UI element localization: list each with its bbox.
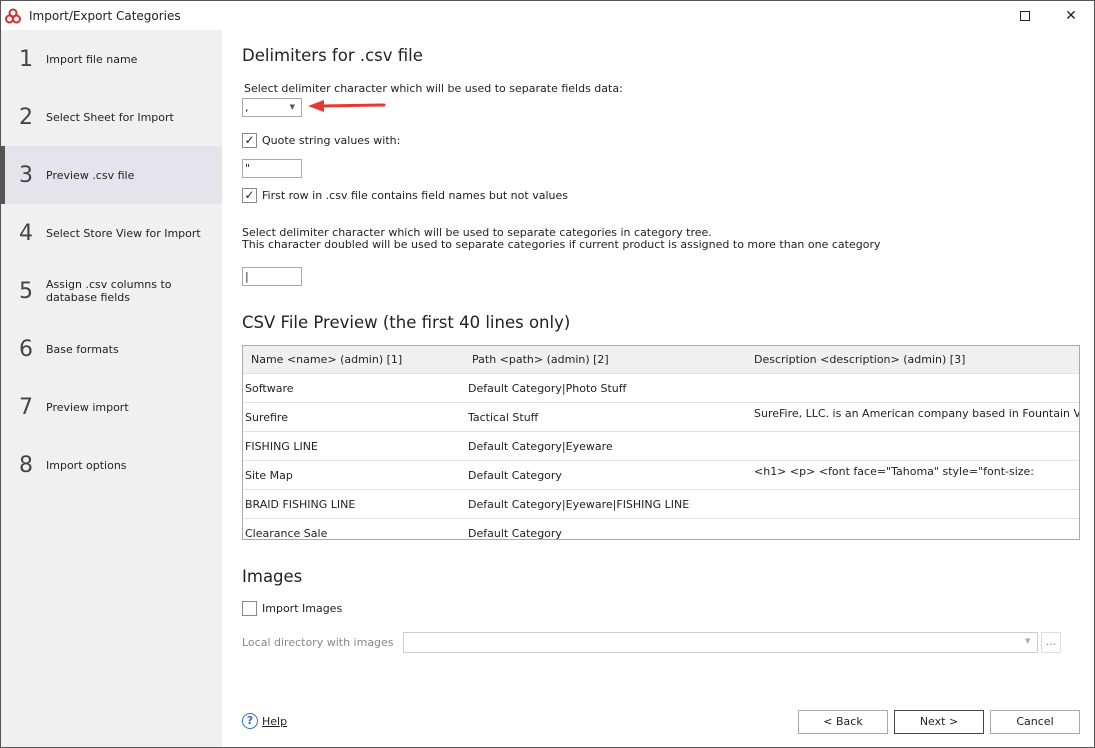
images-heading: Images (242, 567, 303, 586)
quote-char-input[interactable]: " (242, 159, 302, 178)
step-number: 6 (19, 336, 33, 362)
sidebar-step-7[interactable]: 7 Preview import (1, 378, 222, 436)
table-row[interactable]: Surefire Tactical Stuff SureFire, LLC. is … (243, 402, 1079, 431)
table-cell: Software (245, 381, 294, 395)
field-delimiter-dropdown[interactable]: , ▼ (242, 98, 302, 117)
table-row[interactable]: Site Map Default Category <h1> <p> <font f… (243, 460, 1079, 489)
back-button[interactable]: < Back (798, 710, 888, 734)
table-cell: Default Category|Eyeware|FISHING LINE (468, 497, 690, 511)
table-cell: SureFire, LLC. is an American company ba… (754, 407, 1079, 420)
field-delimiter-value: , (245, 101, 249, 114)
table-cell: Default Category|Photo Stuff (468, 381, 627, 395)
table-row[interactable]: FISHING LINE Default Category|Eyeware (243, 431, 1079, 460)
import-images-checkbox[interactable] (242, 601, 257, 616)
main-panel: Delimiters for .csv file Select delimite… (242, 1, 1094, 747)
table-row[interactable]: Clearance Sale Default Category (243, 518, 1079, 540)
help-icon: ? (242, 713, 258, 729)
table-cell: Default Category|Eyeware (468, 439, 613, 453)
sidebar-step-1[interactable]: 1 Import file name (1, 30, 222, 88)
table-cell (754, 432, 1079, 436)
first-row-checkbox[interactable]: ✓ (242, 188, 257, 203)
step-label: Select Store View for Import (46, 226, 201, 240)
table-cell: Default Category (468, 526, 562, 540)
sidebar-step-3[interactable]: 3 Preview .csv file (1, 146, 222, 204)
help-label: Help (262, 714, 288, 728)
step-number: 3 (19, 162, 33, 188)
column-header[interactable]: Description <description> (admin) [3] (754, 353, 1079, 366)
category-delimiter-label-2: This character doubled will be used to s… (242, 238, 881, 251)
table-row[interactable]: Software Default Category|Photo Stuff (243, 373, 1079, 402)
csv-preview-table[interactable]: Name <name> (admin) [1] Path <path> (adm… (242, 345, 1080, 540)
table-cell: <h1> <p> <font face="Tahoma" style="font… (754, 465, 1035, 478)
sidebar-step-6[interactable]: 6 Base formats (1, 320, 222, 378)
wizard-steps: 1 Import file name 2 Select Sheet for Impor… (1, 30, 222, 747)
table-cell: Surefire (245, 410, 288, 424)
chevron-down-icon: ▼ (1025, 637, 1031, 645)
red-arrow-icon (308, 100, 386, 112)
table-cell: BRAID FISHING LINE (245, 497, 356, 511)
table-cell (754, 490, 1079, 494)
field-delimiter-label: Select delimiter character which will be… (244, 82, 623, 95)
step-label: Import options (46, 458, 127, 472)
table-row[interactable]: BRAID FISHING LINE Default Category|Eyewa… (243, 489, 1079, 518)
sidebar-step-4[interactable]: 4 Select Store View for Import (1, 204, 222, 262)
step-label: Select Sheet for Import (46, 110, 174, 124)
browse-button[interactable]: ... (1041, 632, 1061, 653)
step-number: 1 (19, 46, 33, 72)
help-link[interactable]: ? Help (242, 713, 287, 729)
quote-label: Quote string values with: (262, 134, 401, 147)
preview-heading: CSV File Preview (the first 40 lines onl… (242, 313, 571, 332)
step-label: Preview .csv file (46, 168, 135, 182)
sidebar-step-8[interactable]: 8 Import options (1, 436, 222, 494)
import-images-label: Import Images (262, 602, 343, 615)
table-cell (754, 374, 1079, 378)
local-directory-input[interactable] (403, 632, 1038, 653)
step-number: 5 (19, 278, 33, 304)
first-row-label: First row in .csv file contains field na… (262, 189, 568, 202)
import-export-window: Import/Export Categories ✕ 1 Import file … (0, 0, 1095, 748)
table-cell: Tactical Stuff (468, 410, 539, 424)
step-number: 4 (19, 220, 33, 246)
step-label: Assign .csv columns to database fields (46, 278, 172, 304)
step-label: Base formats (46, 342, 119, 356)
delimiters-heading: Delimiters for .csv file (242, 46, 423, 65)
sidebar-step-5[interactable]: 5 Assign .csv columns to database fields (1, 262, 222, 320)
step-number: 8 (19, 452, 33, 478)
chevron-down-icon: ▼ (289, 103, 295, 111)
table-cell (754, 519, 1079, 523)
step-number: 2 (19, 104, 33, 130)
column-header[interactable]: Name <name> (admin) [1] (243, 353, 466, 366)
table-header: Name <name> (admin) [1] Path <path> (adm… (243, 346, 1079, 373)
local-directory-label: Local directory with images (242, 636, 394, 649)
app-logo-icon (5, 8, 21, 23)
step-label: Import file name (46, 52, 138, 66)
category-delimiter-input[interactable]: | (242, 267, 302, 286)
step-label: Preview import (46, 400, 129, 414)
column-header[interactable]: Path <path> (admin) [2] (466, 353, 754, 366)
table-cell: Default Category (468, 468, 562, 482)
table-cell: FISHING LINE (245, 439, 318, 453)
table-cell: Site Map (245, 468, 293, 482)
cancel-button[interactable]: Cancel (990, 710, 1080, 734)
window-title: Import/Export Categories (29, 8, 181, 23)
step-number: 7 (19, 394, 33, 420)
quote-checkbox[interactable]: ✓ (242, 133, 257, 148)
next-button[interactable]: Next > (894, 710, 984, 734)
sidebar-step-2[interactable]: 2 Select Sheet for Import (1, 88, 222, 146)
table-cell: Clearance Sale (245, 526, 328, 540)
